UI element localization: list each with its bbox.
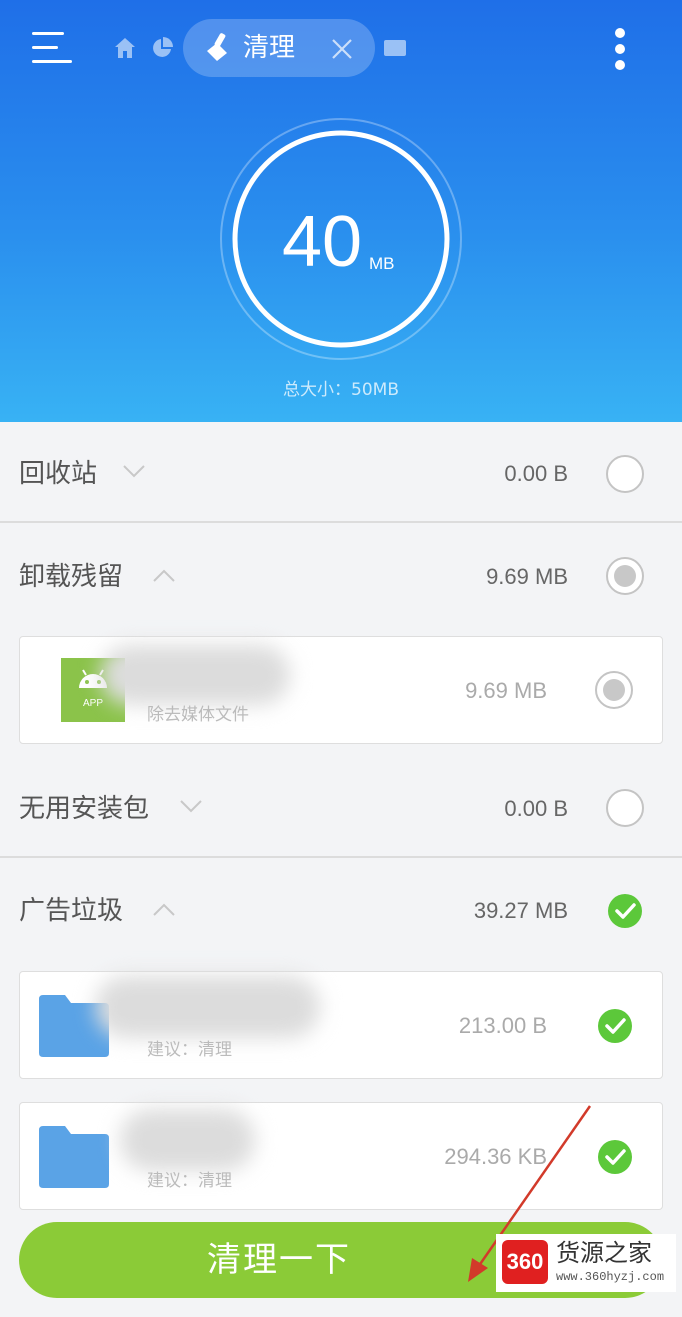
junk-size-unit: MB: [369, 254, 395, 273]
divider: [0, 521, 682, 523]
checkmark-icon[interactable]: [608, 894, 642, 928]
section-title: 无用安装包: [19, 794, 150, 824]
chevron-down-icon[interactable]: [122, 463, 146, 479]
item-subtitle: 除去媒体文件: [147, 705, 249, 725]
chevron-down-icon[interactable]: [179, 798, 203, 814]
redacted-name: [120, 1109, 255, 1171]
more-options-icon[interactable]: [614, 28, 626, 70]
section-size: 0.00 B: [504, 796, 568, 821]
redacted-name: [95, 976, 320, 1038]
section-title: 广告垃圾: [19, 896, 124, 926]
redacted-name: [100, 645, 290, 705]
card-icon[interactable]: [383, 38, 407, 58]
chevron-up-icon[interactable]: [152, 568, 176, 584]
select-radio-partial[interactable]: [595, 671, 633, 709]
section-size: 0.00 B: [504, 461, 568, 486]
item-size: 9.69 MB: [465, 678, 547, 703]
watermark: 360 货源之家 www.360hyzj.com: [496, 1234, 676, 1292]
watermark-url: www.360hyzj.com: [556, 1270, 665, 1284]
item-subtitle: 建议：清理: [147, 1040, 232, 1060]
watermark-name: 货源之家: [556, 1239, 652, 1267]
menu-icon[interactable]: [32, 30, 72, 66]
section-title: 卸载残留: [19, 562, 124, 592]
select-radio-partial[interactable]: [606, 557, 644, 595]
section-size: 39.27 MB: [473, 898, 568, 923]
chevron-up-icon[interactable]: [152, 902, 176, 918]
close-icon[interactable]: [330, 37, 354, 61]
list-item[interactable]: APP 除去媒体文件 9.69 MB: [19, 636, 663, 744]
section-size: 9.69 MB: [486, 564, 568, 589]
select-radio[interactable]: [606, 455, 644, 493]
checkmark-icon[interactable]: [598, 1009, 632, 1043]
item-size: 213.00 B: [458, 1013, 547, 1038]
checkmark-icon[interactable]: [598, 1140, 632, 1174]
watermark-logo: 360: [502, 1240, 548, 1284]
select-radio[interactable]: [606, 789, 644, 827]
broom-icon: [207, 33, 227, 61]
header: 清理 40 MB 总大小：50MB: [0, 0, 682, 422]
item-subtitle: 建议：清理: [147, 1171, 232, 1191]
total-size-label: 总大小：50MB: [283, 380, 399, 400]
folder-icon: [39, 1126, 109, 1188]
junk-size-value: 40: [282, 202, 363, 282]
divider: [0, 856, 682, 858]
pie-chart-icon[interactable]: [150, 36, 174, 60]
list-item[interactable]: 建议：清理 213.00 B: [19, 971, 663, 1079]
home-icon[interactable]: [113, 36, 137, 60]
tab-clean-label: 清理: [243, 33, 296, 63]
section-title: 回收站: [19, 459, 98, 489]
